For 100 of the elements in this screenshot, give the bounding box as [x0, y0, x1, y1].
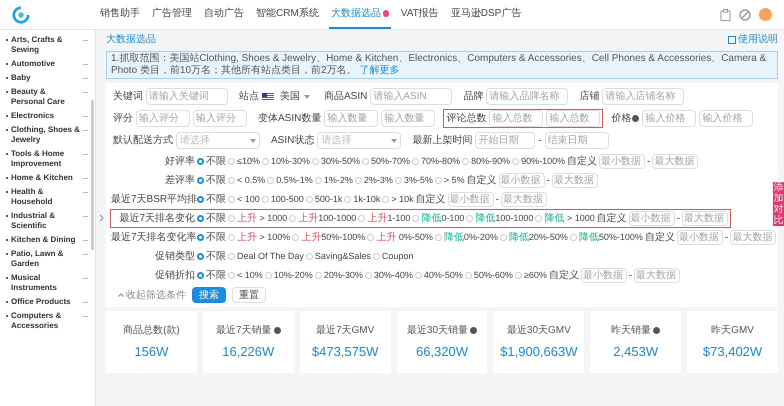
- avatar[interactable]: [759, 8, 772, 21]
- radio-option[interactable]: < 100: [228, 192, 260, 206]
- radio-option[interactable]: 80%-90%: [462, 154, 510, 168]
- radio-option[interactable]: 1%-2%: [314, 174, 353, 188]
- text-field[interactable]: 输入数量: [324, 110, 378, 127]
- radio-option[interactable]: > 5%: [434, 174, 465, 188]
- radio-icon[interactable]: [314, 272, 322, 279]
- radio-option[interactable]: 20%-30%: [314, 268, 363, 282]
- radio-icon[interactable]: [228, 272, 235, 279]
- radio-icon[interactable]: [264, 272, 272, 279]
- radio-icon[interactable]: [362, 158, 370, 165]
- radio-option[interactable]: > 10k: [382, 192, 414, 206]
- radio-option[interactable]: 40%-50%: [414, 268, 463, 282]
- radio-option[interactable]: 1k-10k: [344, 192, 380, 206]
- radio-option[interactable]: < 10%: [228, 268, 263, 282]
- radio-icon[interactable]: [466, 215, 474, 222]
- text-field[interactable]: 输入评分: [136, 110, 190, 127]
- radio-icon[interactable]: [372, 253, 380, 260]
- radio-option[interactable]: 上升50%-100%: [292, 230, 366, 245]
- radio-option[interactable]: ≤10%: [228, 154, 260, 168]
- category-link[interactable]: Computers & Accessories: [11, 311, 80, 331]
- radio-option[interactable]: 50%-60%: [464, 268, 513, 282]
- text-field[interactable]: 输入评分: [193, 110, 247, 127]
- text-field[interactable]: 开始日期: [475, 132, 536, 149]
- radio-icon[interactable]: [464, 272, 472, 279]
- radio-option[interactable]: 上升 > 100%: [228, 230, 290, 245]
- nav-tab[interactable]: 智能CRM系统: [254, 0, 321, 29]
- radio-icon[interactable]: [312, 158, 319, 165]
- radio-option[interactable]: 50%-70%: [362, 154, 410, 168]
- radio-option[interactable]: 上升100-1000: [289, 211, 356, 226]
- text-field[interactable]: 输入总数: [489, 110, 544, 127]
- radio-option[interactable]: 上升 > 1000: [228, 211, 288, 226]
- radio-option[interactable]: 不限: [197, 230, 226, 245]
- radio-icon[interactable]: [434, 177, 442, 184]
- radio-option[interactable]: 降低 > 1000: [535, 211, 595, 226]
- nav-tab[interactable]: 销售助手: [98, 0, 142, 29]
- chevron-right-icon[interactable]: [98, 214, 104, 222]
- radio-icon[interactable]: [197, 196, 204, 203]
- radio-icon[interactable]: [514, 272, 522, 279]
- radio-option[interactable]: 100-500: [262, 192, 304, 206]
- text-field[interactable]: 最小数据: [676, 230, 723, 245]
- radio-icon[interactable]: [412, 215, 420, 222]
- radio-icon[interactable]: [197, 253, 204, 260]
- text-field[interactable]: 最小数据: [448, 192, 494, 207]
- text-field[interactable]: 最大数据: [730, 230, 776, 245]
- text-field[interactable]: 最小数据: [599, 154, 646, 169]
- compare-tab[interactable]: 添加对比: [773, 182, 784, 226]
- text-field[interactable]: 请输入品牌名称: [486, 88, 568, 105]
- category-link[interactable]: Automotive: [11, 59, 80, 69]
- radio-icon[interactable]: [228, 215, 235, 222]
- nav-tab[interactable]: 自动广告: [202, 0, 246, 29]
- radio-option[interactable]: 降低100-1000: [466, 211, 534, 226]
- radio-icon[interactable]: [414, 272, 422, 279]
- radio-icon[interactable]: [364, 272, 372, 279]
- radio-icon[interactable]: [292, 234, 300, 241]
- radio-option[interactable]: 30%-40%: [364, 268, 413, 282]
- search-button[interactable]: 搜索: [192, 287, 226, 303]
- radio-icon[interactable]: [262, 196, 269, 203]
- collapse-link[interactable]: 收起筛选条件: [118, 288, 186, 302]
- radio-option[interactable]: 2%-3%: [354, 174, 393, 188]
- category-link[interactable]: Beauty & Personal Care: [11, 87, 80, 107]
- radio-icon[interactable]: [267, 177, 274, 184]
- clipboard-icon[interactable]: [720, 8, 731, 20]
- radio-option[interactable]: 降低0%-20%: [434, 230, 498, 245]
- radio-icon[interactable]: [228, 177, 235, 184]
- radio-icon[interactable]: [500, 234, 507, 241]
- radio-option[interactable]: 上升1-100: [358, 211, 410, 226]
- text-field[interactable]: 最大数据: [552, 173, 598, 188]
- radio-option[interactable]: 90%-100%: [512, 154, 566, 168]
- text-field[interactable]: 最大数据: [634, 268, 680, 283]
- nav-tab[interactable]: 亚马逊DSP广告: [448, 0, 524, 29]
- radio-icon[interactable]: [228, 253, 235, 260]
- radio-icon[interactable]: [197, 177, 204, 184]
- radio-option[interactable]: 降低20%-50%: [500, 230, 568, 245]
- radio-icon[interactable]: [394, 177, 402, 184]
- text-field[interactable]: 结束日期: [544, 132, 609, 149]
- nav-tab[interactable]: 大数据选品: [328, 0, 391, 29]
- radio-icon[interactable]: [354, 177, 362, 184]
- radio-icon[interactable]: [306, 253, 313, 260]
- text-field[interactable]: 输入总数: [546, 110, 600, 127]
- radio-icon[interactable]: [434, 234, 442, 241]
- radio-option[interactable]: 不限: [197, 211, 226, 226]
- category-link[interactable]: Patio, Lawn & Garden: [11, 249, 80, 269]
- radio-icon[interactable]: [262, 158, 269, 165]
- radio-icon[interactable]: [344, 196, 352, 203]
- radio-option[interactable]: 70%-80%: [412, 154, 460, 168]
- site-select[interactable]: 美国: [277, 88, 313, 105]
- radio-option[interactable]: < 0.5%: [228, 174, 266, 188]
- category-link[interactable]: Kitchen & Dining: [11, 235, 80, 245]
- radio-option[interactable]: 不限: [197, 173, 226, 188]
- radio-option[interactable]: 30%-50%: [312, 154, 360, 168]
- radio-option[interactable]: 降低0-100: [412, 211, 464, 226]
- category-link[interactable]: Baby: [11, 73, 80, 83]
- nav-tab[interactable]: VAT报告: [398, 0, 441, 29]
- radio-option[interactable]: 不限: [197, 249, 226, 264]
- text-field[interactable]: 请输入店铺名称: [602, 88, 684, 105]
- radio-option[interactable]: 不限: [197, 192, 226, 207]
- radio-option[interactable]: 上升 0%-50%: [367, 230, 433, 245]
- radio-option[interactable]: 500-1k: [306, 192, 342, 206]
- text-field[interactable]: 请输入关键词: [146, 88, 228, 105]
